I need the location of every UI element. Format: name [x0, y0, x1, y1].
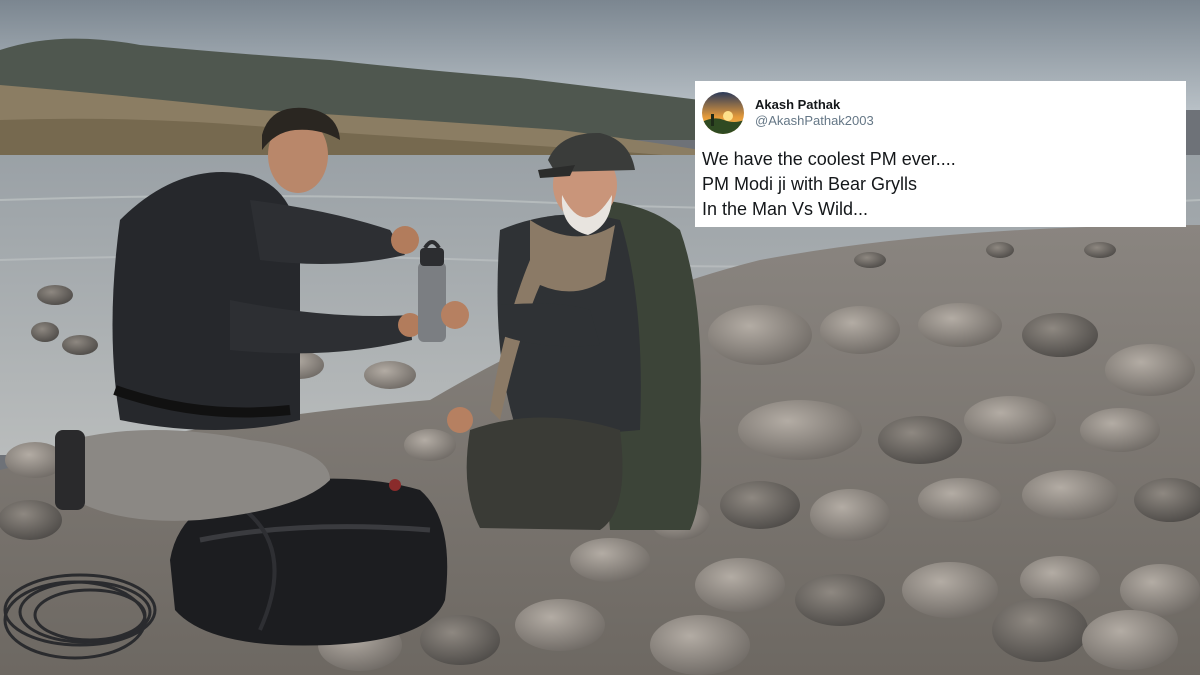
- water-bottle: [418, 240, 446, 342]
- tweet-line: We have the coolest PM ever....: [702, 149, 956, 169]
- tweet-card: Akash Pathak @AkashPathak2003 We have th…: [695, 81, 1186, 227]
- tweet-text: We have the coolest PM ever.... PM Modi …: [702, 147, 1174, 222]
- tweet-header: Akash Pathak @AkashPathak2003: [702, 91, 1174, 135]
- tweet-line: PM Modi ji with Bear Grylls: [702, 174, 918, 194]
- avatar[interactable]: [702, 92, 744, 134]
- sunset-avatar-icon: [702, 92, 744, 134]
- tweet-line: In the Man Vs Wild...: [702, 199, 869, 219]
- author-handle[interactable]: @AkashPathak2003: [755, 113, 874, 129]
- author-name[interactable]: Akash Pathak: [755, 97, 874, 113]
- user-block: Akash Pathak @AkashPathak2003: [755, 97, 874, 129]
